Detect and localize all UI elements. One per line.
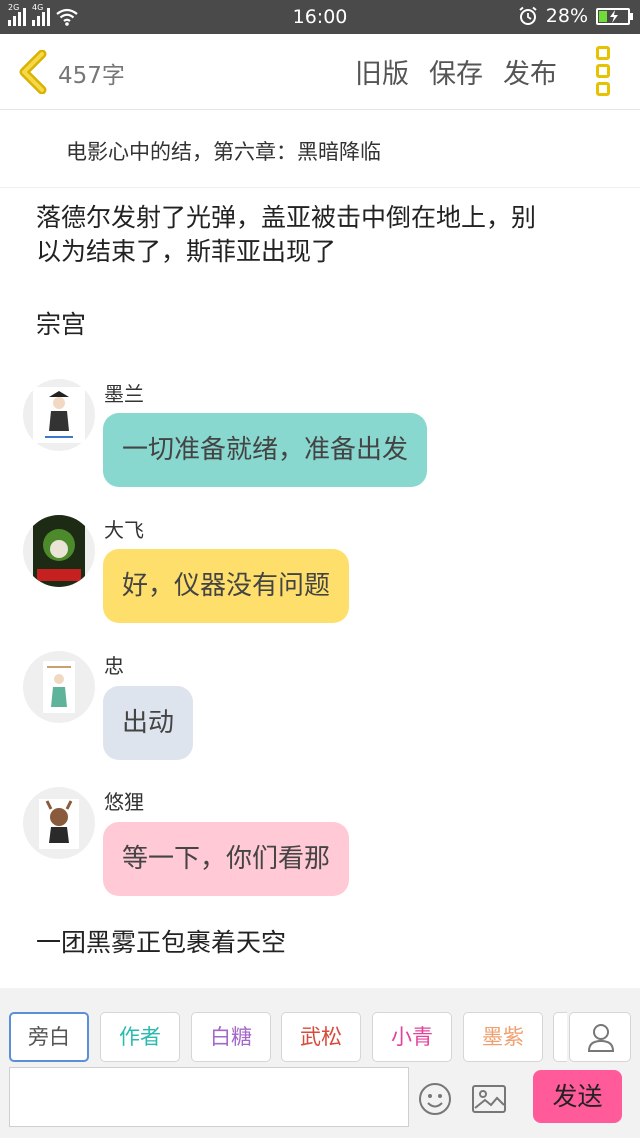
role-chip-narrator[interactable]: 旁白 <box>9 1012 89 1062</box>
publish-button[interactable]: 发布 <box>503 52 557 91</box>
character-avatar-image <box>43 661 75 713</box>
alarm-icon <box>519 6 537 25</box>
role-chip-partial[interactable] <box>553 1012 567 1062</box>
character-avatar-image <box>39 799 79 849</box>
image-icon[interactable] <box>471 1083 507 1115</box>
character-avatar-image <box>33 387 85 443</box>
avatar[interactable] <box>23 515 95 587</box>
sender-name: 大飞 <box>104 518 144 542</box>
chapter-title[interactable]: 电影心中的结，第六章：黑暗降临 <box>66 136 381 166</box>
narration-text[interactable]: 落德尔发射了光弹，盖亚被击中倒在地上，别 以为结束了，斯菲亚出现了 <box>36 201 536 269</box>
person-icon <box>587 1024 615 1052</box>
avatar[interactable] <box>23 787 95 859</box>
narration-text[interactable]: 一团黑雾正包裹着天空 <box>36 926 286 960</box>
emoji-icon[interactable] <box>418 1082 452 1116</box>
sender-name: 悠狸 <box>104 790 144 814</box>
battery-percent: 28% <box>545 5 588 27</box>
message-bubble[interactable]: 好，仪器没有问题 <box>103 549 350 623</box>
old-version-button[interactable]: 旧版 <box>355 52 409 91</box>
message-bubble[interactable]: 一切准备就绪，准备出发 <box>103 413 428 487</box>
message-bubble[interactable]: 出动 <box>103 686 194 760</box>
role-chip-wusong[interactable]: 武松 <box>281 1012 361 1062</box>
more-menu-icon[interactable] <box>596 46 614 96</box>
chapter-header: 电影心中的结，第六章：黑暗降临 <box>0 110 640 188</box>
role-chip-mozi[interactable]: 墨紫 <box>463 1012 543 1062</box>
editor-header: 457字 旧版 保存 发布 <box>0 34 640 110</box>
battery-icon <box>596 7 633 25</box>
word-count: 457字 <box>58 63 125 89</box>
sender-name: 墨兰 <box>104 382 144 406</box>
role-chip-author[interactable]: 作者 <box>100 1012 180 1062</box>
status-bar: 2G 4G 16:00 28% <box>0 0 640 34</box>
composer-panel: 旁白 作者 白糖 武松 小青 墨紫 发送 <box>0 988 640 1138</box>
back-arrow-icon[interactable] <box>14 50 54 94</box>
avatar[interactable] <box>23 651 95 723</box>
message-input[interactable] <box>9 1067 409 1127</box>
avatar[interactable] <box>23 379 95 451</box>
role-manager-button[interactable] <box>569 1012 631 1062</box>
send-button[interactable]: 发送 <box>533 1070 622 1123</box>
battery-level <box>599 10 607 22</box>
narration-text[interactable]: 宗宫 <box>36 308 86 342</box>
message-bubble[interactable]: 等一下，你们看那 <box>103 822 350 896</box>
character-avatar-image <box>33 515 85 587</box>
sender-name: 忠 <box>104 654 124 678</box>
role-chip-baitang[interactable]: 白糖 <box>191 1012 271 1062</box>
role-chip-xiaoqing[interactable]: 小青 <box>372 1012 452 1062</box>
save-button[interactable]: 保存 <box>429 52 483 91</box>
